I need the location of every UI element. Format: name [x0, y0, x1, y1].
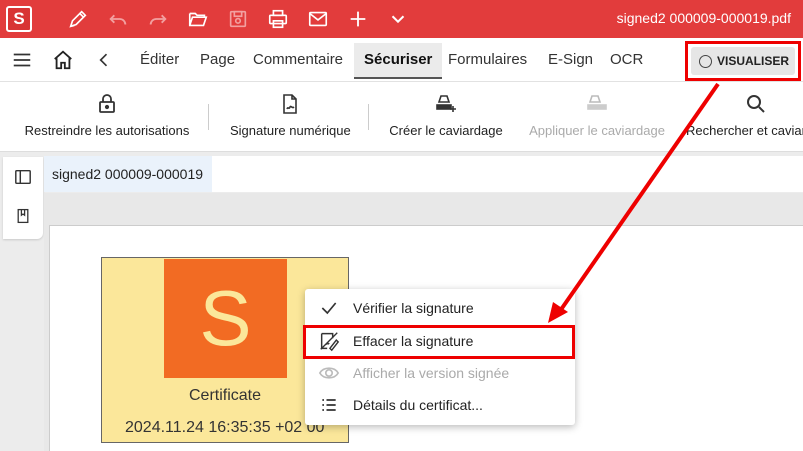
search-icon — [686, 90, 803, 118]
digital-signature-label: Signature numérique — [230, 123, 351, 138]
apply-redaction-button[interactable]: Appliquer le caviardage — [529, 90, 665, 138]
signature-document-icon — [230, 90, 350, 118]
hamburger-menu-icon[interactable] — [11, 49, 33, 71]
menu-item-verify-signature[interactable]: Vérifier la signature — [305, 293, 575, 323]
pen-icon[interactable] — [66, 7, 90, 31]
menu-item-certificate-details[interactable]: Détails du certificat... — [305, 390, 575, 420]
restrict-permissions-label: Restreindre les autorisations — [24, 123, 190, 138]
open-folder-icon[interactable] — [186, 7, 210, 31]
save-icon[interactable] — [226, 7, 250, 31]
ribbon-separator — [208, 104, 209, 130]
radio-icon — [699, 54, 712, 68]
signature-logo: S — [164, 259, 287, 378]
app-logo[interactable]: S — [6, 6, 32, 32]
undo-icon[interactable] — [106, 7, 130, 31]
email-icon[interactable] — [306, 7, 330, 31]
redo-icon[interactable] — [146, 7, 170, 31]
list-icon — [317, 393, 341, 417]
restrict-permissions-button[interactable]: Restreindre les autorisations — [24, 90, 190, 138]
menu-bar: Éditer Page Commentaire Sécuriser Formul… — [0, 38, 803, 82]
left-side-panel — [3, 157, 43, 239]
file-title: signed2 000009-000019.pdf — [616, 10, 791, 26]
menu-item-show-signed-version[interactable]: Afficher la version signée — [305, 358, 575, 388]
digital-signature-button[interactable]: Signature numérique — [230, 90, 351, 138]
signature-date: 2024.11.24 16:35:35 +02 00 — [125, 419, 325, 436]
title-bar: S signed2 000009-000019.pdf — [0, 0, 803, 38]
tab-page[interactable]: Page — [200, 51, 235, 68]
tab-esign[interactable]: E-Sign — [548, 51, 593, 68]
menu-item-label: Vérifier la signature — [353, 300, 474, 316]
tab-commentaire[interactable]: Commentaire — [253, 51, 343, 68]
home-icon[interactable] — [52, 49, 74, 71]
lock-icon — [24, 90, 190, 118]
tab-editer[interactable]: Éditer — [140, 51, 179, 68]
redact-apply-icon — [529, 90, 665, 118]
print-icon[interactable] — [266, 7, 290, 31]
create-redaction-button[interactable]: Créer le caviardage — [389, 90, 503, 138]
bookmark-icon[interactable] — [13, 206, 33, 226]
menu-item-label: Afficher la version signée — [353, 365, 510, 381]
search-redact-button[interactable]: Rechercher et caviar — [686, 90, 803, 138]
erase-signature-highlight — [303, 325, 575, 359]
ribbon-separator — [368, 104, 369, 130]
redact-create-icon — [389, 90, 503, 118]
back-chevron-icon[interactable] — [93, 49, 115, 71]
check-icon — [317, 296, 341, 320]
view-button[interactable]: VISUALISER — [691, 47, 795, 75]
tab-securiser[interactable]: Sécuriser — [354, 43, 443, 79]
search-redact-label: Rechercher et caviar — [686, 123, 803, 138]
create-redaction-label: Créer le caviardage — [389, 123, 503, 138]
document-tab-strip — [212, 156, 803, 192]
plus-icon[interactable] — [346, 7, 370, 31]
ribbon: Restreindre les autorisations Signature … — [0, 82, 803, 152]
tab-formulaires[interactable]: Formulaires — [448, 51, 527, 68]
apply-redaction-label: Appliquer le caviardage — [529, 123, 665, 138]
view-button-highlight: VISUALISER — [685, 41, 801, 81]
document-tab[interactable]: signed2 000009-000019 — [44, 156, 212, 192]
tab-ocr[interactable]: OCR — [610, 51, 643, 68]
menu-item-label: Détails du certificat... — [353, 397, 483, 413]
eye-icon — [317, 361, 341, 385]
view-button-label: VISUALISER — [717, 54, 790, 68]
panel-toggle-icon[interactable] — [13, 167, 33, 187]
chevron-down-icon[interactable] — [386, 7, 410, 31]
